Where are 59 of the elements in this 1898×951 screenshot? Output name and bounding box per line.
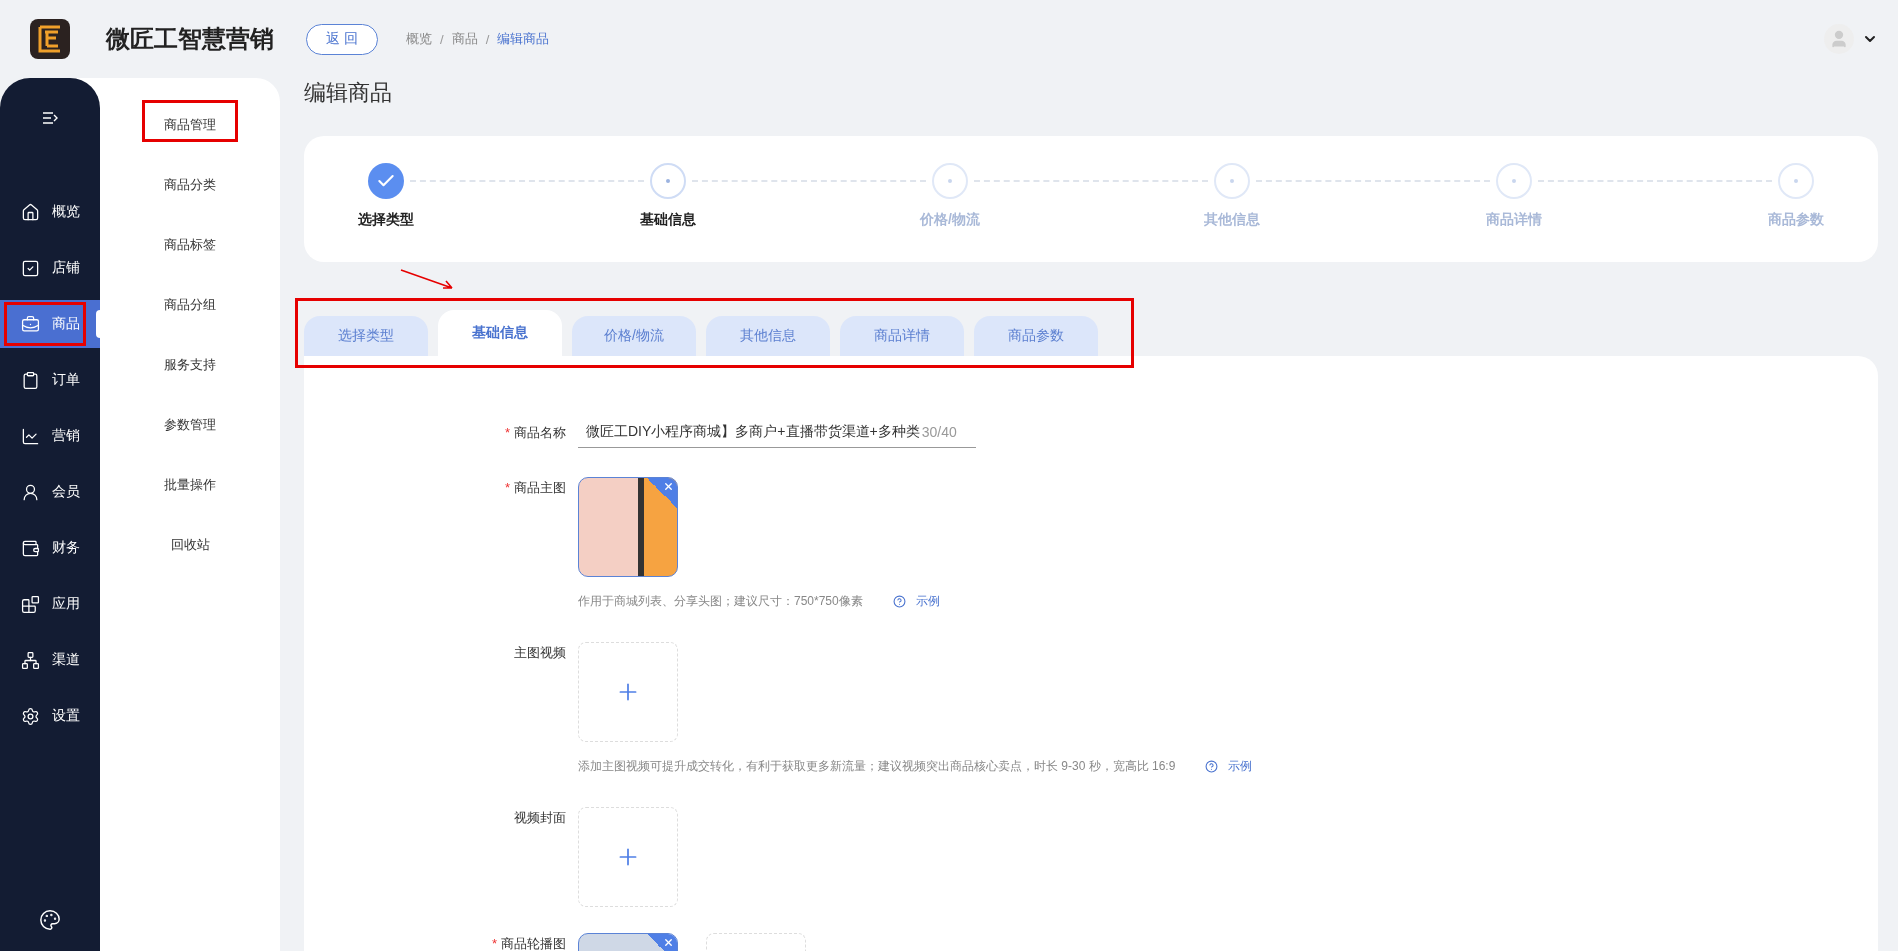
- line-chart-icon: [20, 426, 40, 446]
- hint-text: 添加主图视频可提升成交转化，有利于获取更多新流量；建议视频突出商品核心卖点，时长 9-30 秒，宽高比 16:9: [578, 758, 1176, 775]
- brand-title: 微匠工智慧营销: [106, 24, 274, 54]
- tab[interactable]: 基础信息: [438, 310, 562, 356]
- upload-box[interactable]: [578, 642, 678, 742]
- breadcrumb-separator: /: [485, 31, 490, 47]
- step-label: 商品详情: [1485, 211, 1543, 229]
- close-icon: [663, 481, 674, 492]
- avatar-icon[interactable]: [1824, 24, 1854, 54]
- submenu-item[interactable]: 商品分类: [100, 162, 280, 222]
- hint-text: 作用于商城列表、分享头图；建议尺寸：750*750像素: [578, 593, 863, 610]
- field-label: 主图视频: [513, 644, 566, 662]
- submenu-item[interactable]: 服务支持: [100, 342, 280, 402]
- user-silhouette-icon: [1829, 29, 1849, 49]
- check-square-icon: [20, 258, 40, 278]
- example-link[interactable]: 示例: [1205, 758, 1253, 775]
- submenu-item[interactable]: 商品分组: [100, 282, 280, 342]
- field-label: * 商品名称: [503, 424, 566, 442]
- breadcrumb-link[interactable]: 编辑商品: [497, 30, 550, 48]
- step-label: 商品参数: [1767, 211, 1825, 229]
- briefcase-icon: [20, 314, 40, 334]
- field-label: * 商品轮播图: [490, 935, 566, 951]
- step-label: 价格/物流: [918, 211, 981, 229]
- page-title: 编辑商品: [304, 79, 393, 107]
- submenu-item[interactable]: 回收站: [100, 522, 280, 582]
- help-icon: [1205, 760, 1219, 773]
- home-icon: [20, 202, 40, 222]
- nav-item[interactable]: 财务: [0, 524, 100, 572]
- nav-item[interactable]: 应用: [0, 580, 100, 628]
- submenu-item[interactable]: 批量操作: [100, 462, 280, 522]
- submenu-item[interactable]: 商品标签: [100, 222, 280, 282]
- nav-item[interactable]: 会员: [0, 468, 100, 516]
- menu-toggle-icon[interactable]: [42, 112, 58, 124]
- nav-item[interactable]: 设置: [0, 692, 100, 740]
- network-icon: [20, 650, 40, 670]
- blocks-icon: [20, 594, 40, 614]
- submenu-item[interactable]: 商品管理: [100, 102, 280, 162]
- breadcrumb-separator: /: [440, 31, 444, 47]
- example-link[interactable]: 示例: [892, 593, 940, 610]
- settings-icon: [20, 706, 40, 726]
- nav-item[interactable]: 营销: [0, 412, 100, 460]
- field-label: * 商品主图: [503, 479, 566, 497]
- nav-item[interactable]: 店铺: [0, 244, 100, 292]
- nav-item[interactable]: 渠道: [0, 636, 100, 684]
- step-label: 其他信息: [1203, 211, 1261, 229]
- step-label: 选择类型: [357, 211, 415, 229]
- logo-icon: [30, 19, 70, 59]
- nav-item[interactable]: 概览: [0, 188, 100, 236]
- palette-icon: [39, 909, 61, 931]
- nav-item[interactable]: 订单: [0, 356, 100, 404]
- submenu-item[interactable]: 参数管理: [100, 402, 280, 462]
- step-label: 基础信息: [639, 211, 697, 229]
- wallet-icon: [20, 538, 40, 558]
- upload-box[interactable]: [578, 807, 678, 907]
- close-icon: [663, 937, 674, 948]
- product-name-input[interactable]: 微匠工DIY小程序商城】多商户+直播带货渠道+多种类30/40: [578, 416, 976, 448]
- help-icon: [892, 595, 906, 608]
- field-label: 视频封面: [513, 809, 566, 827]
- back-button[interactable]: 返 回: [306, 23, 378, 55]
